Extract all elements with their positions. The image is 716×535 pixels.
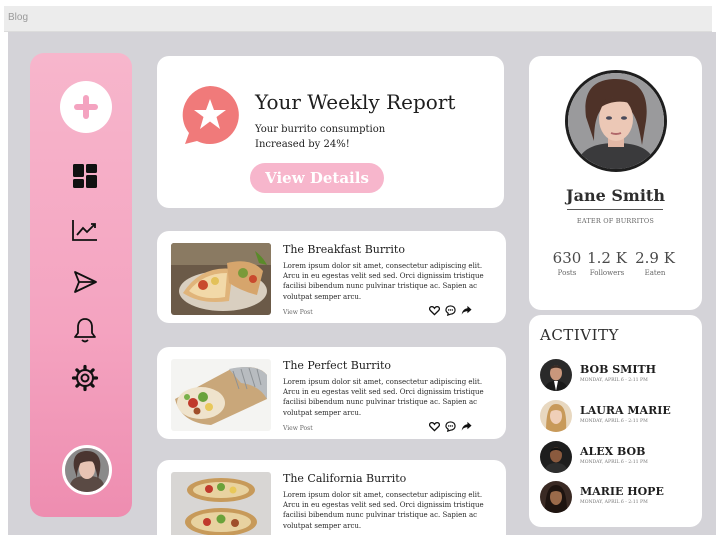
activity-avatar xyxy=(540,441,572,473)
profile-avatar[interactable] xyxy=(565,70,667,172)
sidebar xyxy=(30,53,132,517)
post-excerpt: Lorem ipsum dolor sit amet, consectetur … xyxy=(283,378,484,417)
post-actions xyxy=(429,421,472,432)
activity-item[interactable]: LAURA MARIE MONDAY, APRIL 6 - 2:11 PM xyxy=(540,400,695,436)
activity-name: LAURA MARIE xyxy=(580,404,671,417)
view-post-link[interactable]: View Post xyxy=(283,309,313,316)
analytics-nav-button[interactable] xyxy=(70,215,100,245)
report-title: Your Weekly Report xyxy=(255,90,456,114)
report-line-2: Increased by 24%! xyxy=(255,139,350,150)
profile-name: Jane Smith xyxy=(566,186,665,205)
activity-name: MARIE HOPE xyxy=(580,485,664,498)
post-title: The Breakfast Burrito xyxy=(283,243,405,256)
post-image xyxy=(171,243,271,315)
add-button[interactable] xyxy=(60,81,112,133)
report-line-1: Your burrito consumption xyxy=(255,124,386,135)
stat-eaten: 2.9 K Eaten xyxy=(635,249,675,277)
stat-label: Eaten xyxy=(644,269,666,277)
activity-avatar xyxy=(540,359,572,391)
activity-title: ACTIVITY xyxy=(540,326,619,344)
activity-item[interactable]: ALEX BOB MONDAY, APRIL 6 - 2:11 PM xyxy=(540,441,695,477)
send-nav-button[interactable] xyxy=(70,267,100,297)
activity-date: MONDAY, APRIL 6 - 2:11 PM xyxy=(580,378,648,383)
share-icon[interactable] xyxy=(461,305,472,316)
post-title: The California Burrito xyxy=(283,472,407,485)
activity-item[interactable]: MARIE HOPE MONDAY, APRIL 6 - 2:11 PM xyxy=(540,481,695,517)
gear-icon xyxy=(71,364,99,392)
weekly-report-card: Your Weekly Report Your burrito consumpt… xyxy=(157,56,504,208)
star-badge-icon xyxy=(182,86,239,144)
stat-posts: 630 Posts xyxy=(547,249,587,277)
user-avatar[interactable] xyxy=(62,445,112,495)
comment-icon[interactable] xyxy=(445,421,456,432)
post-card[interactable]: The Breakfast Burrito Lorem ipsum dolor … xyxy=(157,231,506,323)
post-image xyxy=(171,472,271,535)
stat-label: Followers xyxy=(589,269,625,277)
stat-label: Posts xyxy=(557,269,577,277)
post-excerpt: Lorem ipsum dolor sit amet, consectetur … xyxy=(283,491,484,530)
notifications-nav-button[interactable] xyxy=(70,315,100,345)
activity-date: MONDAY, APRIL 6 - 2:11 PM xyxy=(580,419,648,424)
post-excerpt: Lorem ipsum dolor sit amet, consectetur … xyxy=(283,262,484,301)
activity-name: ALEX BOB xyxy=(580,445,646,458)
trend-chart-icon xyxy=(72,220,97,241)
post-title: The Perfect Burrito xyxy=(283,359,392,372)
heart-icon[interactable] xyxy=(429,305,440,316)
profile-card: Jane Smith EATER OF BURRITOS 630 Posts 1… xyxy=(529,56,702,310)
post-actions xyxy=(429,305,472,316)
stat-value: 630 xyxy=(552,249,582,267)
stat-value: 1.2 K xyxy=(587,249,627,267)
post-image xyxy=(171,359,271,431)
activity-date: MONDAY, APRIL 6 - 2:11 PM xyxy=(580,500,648,505)
activity-card: ACTIVITY BOB SMITH MONDAY, APRIL 6 - 2:1… xyxy=(529,315,702,527)
settings-nav-button[interactable] xyxy=(70,363,100,393)
view-post-link[interactable]: View Post xyxy=(283,425,313,432)
dashboard-nav-button[interactable] xyxy=(70,161,100,191)
view-details-button[interactable]: View Details xyxy=(250,163,384,193)
send-icon xyxy=(74,271,97,293)
activity-avatar xyxy=(540,481,572,513)
post-card[interactable]: The Perfect Burrito Lorem ipsum dolor si… xyxy=(157,347,506,439)
activity-item[interactable]: BOB SMITH MONDAY, APRIL 6 - 2:11 PM xyxy=(540,359,695,395)
plus-icon xyxy=(74,95,98,119)
profile-role: EATER OF BURRITOS xyxy=(576,217,655,225)
profile-divider xyxy=(567,209,663,210)
window-title: Blog xyxy=(8,12,29,23)
stat-value: 2.9 K xyxy=(635,249,675,267)
comment-icon[interactable] xyxy=(445,305,456,316)
activity-name: BOB SMITH xyxy=(580,363,657,376)
bell-icon xyxy=(74,318,96,343)
activity-date: MONDAY, APRIL 6 - 2:11 PM xyxy=(580,460,648,465)
heart-icon[interactable] xyxy=(429,421,440,432)
activity-avatar xyxy=(540,400,572,432)
share-icon[interactable] xyxy=(461,421,472,432)
post-card[interactable]: The California Burrito Lorem ipsum dolor… xyxy=(157,460,506,535)
stat-followers: 1.2 K Followers xyxy=(587,249,627,277)
dashboard-icon xyxy=(73,164,97,188)
window-title-bar: Blog xyxy=(4,6,712,32)
